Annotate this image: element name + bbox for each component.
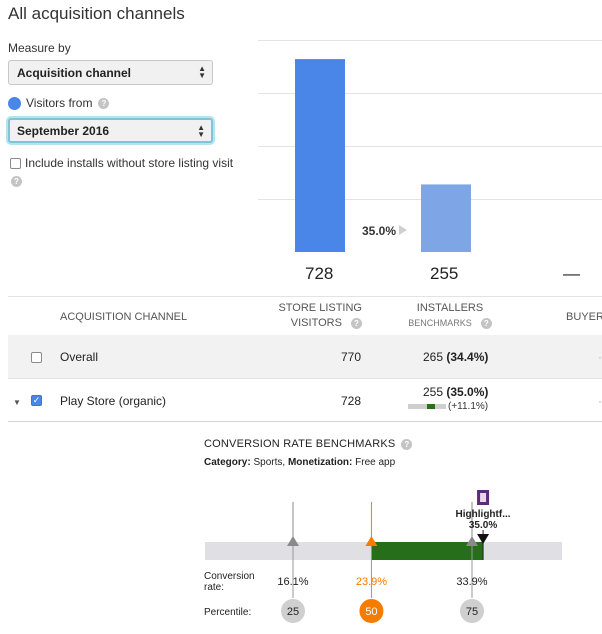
installers-total: 255 bbox=[430, 264, 459, 283]
truncated-cell: · bbox=[598, 394, 602, 408]
visitors-total: 728 bbox=[305, 264, 334, 283]
help-icon[interactable]: ? bbox=[11, 176, 22, 187]
percentile-value: 50 bbox=[365, 606, 377, 618]
visitors-from-select[interactable]: September 2016 ▲ ▼ bbox=[8, 118, 213, 143]
visitors-from-value: September 2016 bbox=[17, 124, 110, 138]
conversion-rate-label-2: rate: bbox=[204, 582, 224, 593]
truncated-cell: · bbox=[598, 350, 602, 364]
row-delta-play-store: (+11.1%) bbox=[448, 401, 489, 412]
category-label: Category: bbox=[204, 457, 251, 468]
benchmark-rate: 33.9% bbox=[456, 576, 487, 588]
visitors-from-row: Visitors from ? bbox=[8, 96, 110, 110]
category-value: Sports, bbox=[253, 457, 286, 468]
highlight-value: 35.0% bbox=[469, 520, 497, 531]
col-header-installers[interactable]: INSTALLERS BENCHMARKS ? bbox=[395, 301, 505, 331]
col-header-buyers[interactable]: BUYER bbox=[566, 311, 602, 323]
app-icon-glyph bbox=[480, 493, 487, 502]
expand-arrow-icon[interactable]: ▼ bbox=[13, 398, 21, 407]
row-installers-value: 255 bbox=[423, 385, 444, 399]
mini-benchmark-bar bbox=[408, 404, 446, 409]
series-color-dot bbox=[8, 96, 21, 110]
acquisition-bar-chart: 35.0% bbox=[258, 40, 602, 252]
benchmark-fill bbox=[371, 542, 484, 560]
benchmarks-title-text: CONVERSION RATE BENCHMARKS bbox=[204, 438, 396, 450]
include-installs-label: Include installs without store listing v… bbox=[25, 156, 234, 170]
mini-benchmark-fill bbox=[427, 404, 435, 409]
benchmarks-title: CONVERSION RATE BENCHMARKS ? bbox=[204, 438, 413, 450]
include-installs-row[interactable]: Include installs without store listing v… bbox=[10, 156, 233, 170]
conversion-annotation: 35.0% bbox=[362, 224, 396, 238]
benchmark-marker-triangle bbox=[287, 536, 299, 546]
select-arrows-icon: ▲ ▼ bbox=[197, 123, 205, 139]
percentile-value: 75 bbox=[466, 606, 478, 618]
measure-by-value: Acquisition channel bbox=[17, 66, 132, 80]
monetization-label: Monetization: bbox=[287, 457, 353, 468]
help-icon[interactable]: ? bbox=[480, 318, 492, 329]
row-installers-pct: (34.4%) bbox=[446, 350, 489, 364]
include-installs-checkbox[interactable] bbox=[10, 157, 21, 169]
chart-bar[interactable] bbox=[421, 184, 471, 252]
percentile-label: Percentile: bbox=[204, 607, 251, 618]
benchmark-rate: 16.1% bbox=[277, 576, 308, 588]
row-channel-play-store: Play Store (organic) bbox=[60, 394, 167, 408]
divider bbox=[8, 421, 602, 422]
measure-by-label: Measure by bbox=[8, 41, 71, 55]
row-installers-value: 265 bbox=[423, 350, 444, 364]
divider bbox=[8, 296, 602, 297]
play-arrow-icon bbox=[399, 225, 407, 235]
help-icon[interactable]: ? bbox=[401, 438, 413, 450]
row-visitors-play-store: 728 bbox=[340, 394, 361, 408]
row-channel-overall: Overall bbox=[60, 350, 99, 364]
conversion-rate-label: Conversion bbox=[204, 571, 255, 582]
measure-by-select[interactable]: Acquisition channel ▲ ▼ bbox=[8, 60, 213, 85]
row-checkbox-play-store[interactable]: ✓ bbox=[31, 395, 42, 406]
help-icon[interactable]: ? bbox=[98, 97, 110, 109]
col-header-installers-line1: INSTALLERS bbox=[416, 302, 484, 314]
benchmark-rate: 23.9% bbox=[356, 576, 387, 588]
benchmarks-subtitle: Category: Sports, Monetization: Free app bbox=[204, 457, 395, 468]
visitors-from-label: Visitors from bbox=[26, 96, 93, 110]
col-header-slv-line1: STORE LISTING bbox=[278, 302, 362, 314]
help-icon[interactable]: ? bbox=[351, 318, 362, 329]
chart-bar[interactable] bbox=[295, 59, 345, 252]
col-header-slv-line2: VISITORS bbox=[290, 317, 342, 329]
buyers-total: — bbox=[563, 264, 580, 283]
page-title: All acquisition channels bbox=[8, 4, 185, 23]
highlight-name: Highlightf... bbox=[456, 509, 511, 520]
percentile-value: 25 bbox=[287, 606, 299, 618]
col-header-channel: ACQUISITION CHANNEL bbox=[60, 311, 188, 323]
row-visitors-overall: 770 bbox=[340, 350, 361, 364]
monetization-value: Free app bbox=[355, 457, 396, 468]
benchmark-marker-triangle bbox=[365, 536, 378, 546]
row-checkbox-overall[interactable] bbox=[31, 352, 42, 363]
benchmark-scale: 16.1% 25 23.9% 50 33.9% 75 Highlightf...35.0% C… bbox=[204, 490, 562, 623]
row-installers-overall: 265 (34.4%) bbox=[423, 350, 488, 364]
row-installers-pct: (35.0%) bbox=[446, 385, 489, 399]
row-installers-play-store: 255 (35.0%) bbox=[423, 385, 488, 399]
col-header-benchmarks: BENCHMARKS bbox=[408, 318, 472, 328]
col-header-store-listing-visitors[interactable]: STORE LISTING VISITORS ? bbox=[272, 301, 362, 331]
benchmark-marker-triangle bbox=[466, 536, 478, 546]
select-arrows-icon: ▲ ▼ bbox=[198, 64, 206, 80]
